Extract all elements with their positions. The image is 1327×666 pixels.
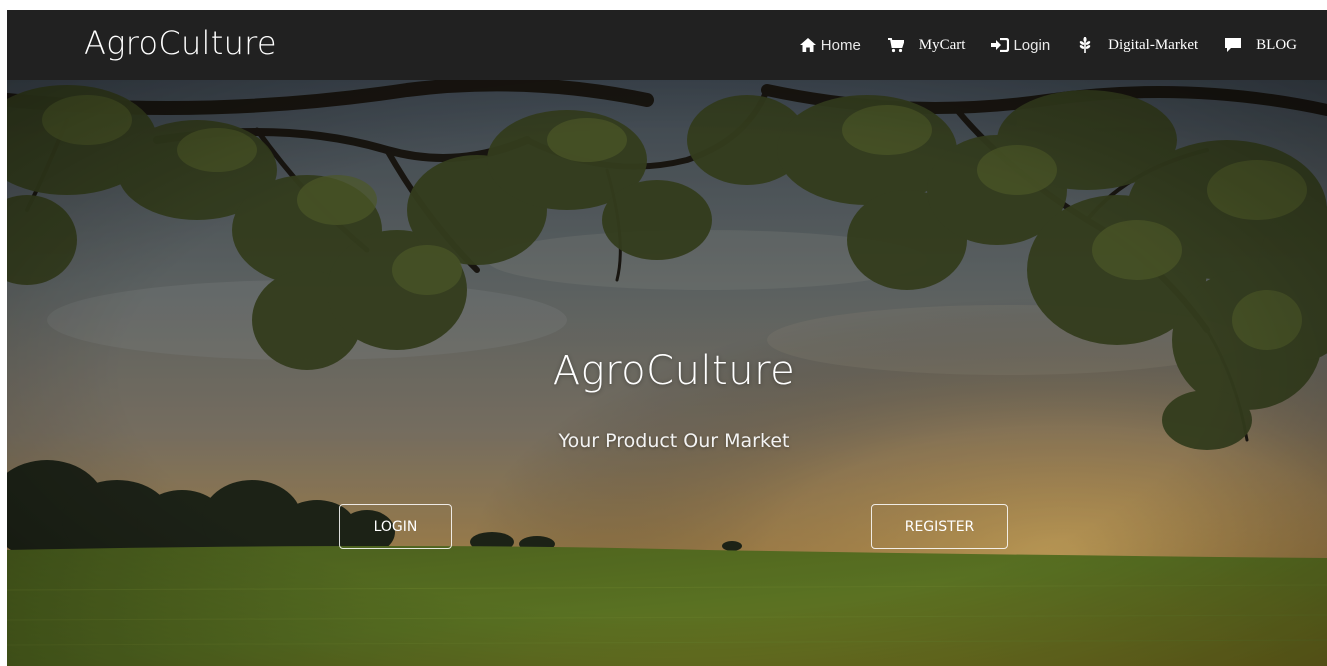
- nav-home-label: Home: [820, 36, 861, 54]
- nav-blog[interactable]: BLOG: [1224, 37, 1297, 54]
- nav-digital-market[interactable]: Digital-Market: [1076, 37, 1198, 54]
- hero-title: AgroCulture: [552, 348, 796, 394]
- top-navbar: AgroCulture Home MyCart Login Digital-Ma…: [7, 10, 1327, 80]
- nav-home[interactable]: Home: [799, 37, 861, 54]
- login-button[interactable]: LOGIN: [339, 504, 452, 549]
- brand-logo[interactable]: AgroCulture: [84, 24, 277, 62]
- comment-icon: [1224, 37, 1242, 53]
- cart-icon: [887, 37, 905, 53]
- home-icon: [799, 37, 817, 53]
- nav-links: Home MyCart Login Digital-Market BLOG: [799, 10, 1297, 80]
- hero-subtitle: Your Product Our Market: [558, 430, 790, 452]
- register-button[interactable]: REGISTER: [871, 504, 1008, 549]
- grain-icon: [1076, 37, 1094, 53]
- login-icon: [991, 37, 1010, 53]
- nav-mycart[interactable]: MyCart: [887, 36, 966, 54]
- nav-login-label: Login: [1013, 36, 1051, 54]
- nav-blog-label: BLOG: [1256, 36, 1297, 53]
- nav-login[interactable]: Login: [991, 37, 1050, 54]
- nav-digital-market-label: Digital-Market: [1108, 36, 1199, 53]
- page: AgroCulture Home MyCart Login Digital-Ma…: [7, 10, 1327, 666]
- hero-banner: AgroCulture Your Product Our Market LOGI…: [7, 80, 1327, 666]
- nav-mycart-label: MyCart: [918, 36, 966, 53]
